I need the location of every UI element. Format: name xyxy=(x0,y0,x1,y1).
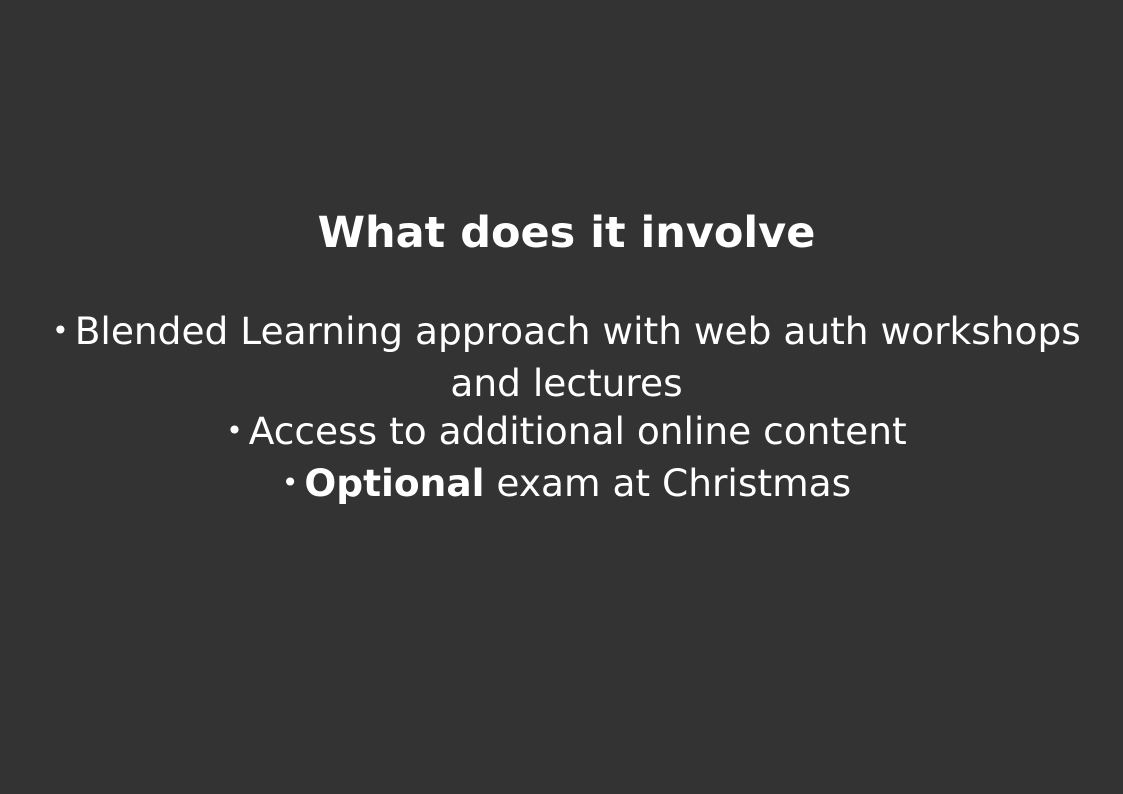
bullet-dot-icon: • xyxy=(52,314,69,347)
bullet-text: Blended Learning approach with web auth … xyxy=(74,309,1081,405)
bullet-text: Access to additional online content xyxy=(248,409,907,453)
slide: What does it involve • Blended Learning a… xyxy=(0,0,1123,794)
bullet-item-online-content: • Access to additional online content xyxy=(50,407,1083,459)
slide-title: What does it involve xyxy=(317,208,816,258)
bullet-emphasis: Optional xyxy=(304,461,485,505)
bullet-text: exam at Christmas xyxy=(484,461,852,505)
bullet-dot-icon: • xyxy=(281,466,299,499)
bullet-item-blended-learning: • Blended Learning approach with web auth… xyxy=(50,307,1083,407)
bullet-list: • Blended Learning approach with web auth… xyxy=(50,307,1083,511)
bullet-dot-icon: • xyxy=(226,414,243,447)
bullet-item-optional-exam: • Optional exam at Christmas xyxy=(50,459,1083,511)
